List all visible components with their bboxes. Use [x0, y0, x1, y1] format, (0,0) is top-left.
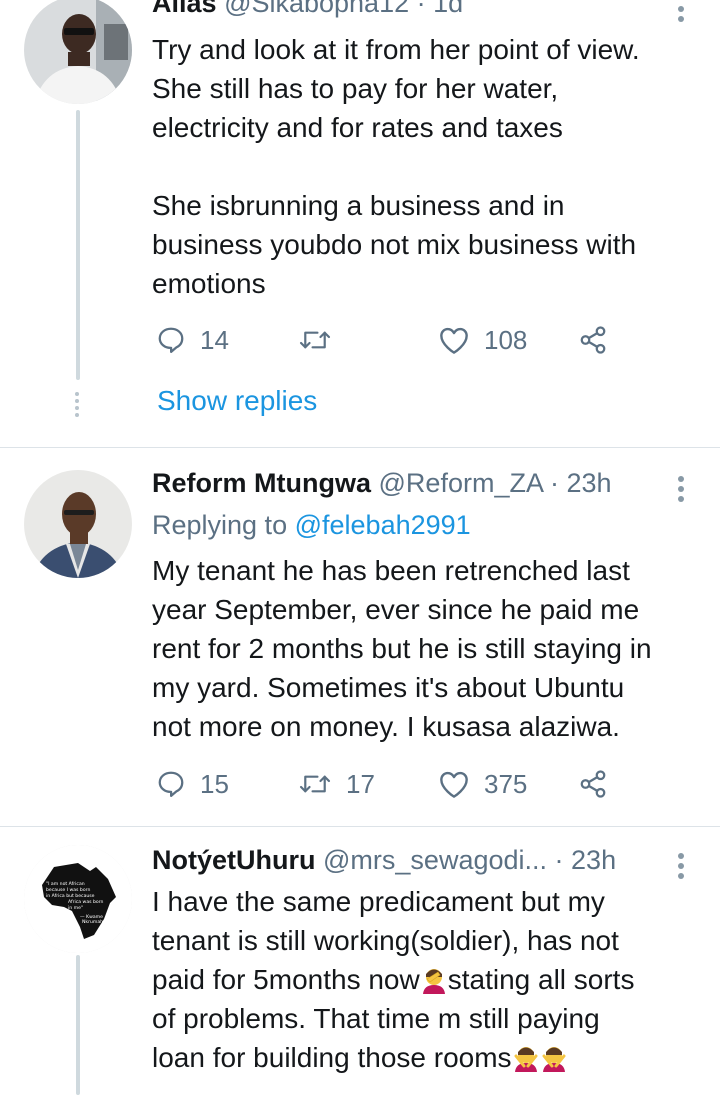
timestamp[interactable]: 23h: [571, 845, 616, 875]
avatar[interactable]: "I am not African because I was born in …: [24, 845, 132, 953]
reply-count: 15: [200, 768, 229, 799]
like-count: 375: [484, 768, 528, 799]
share-button[interactable]: [578, 764, 608, 804]
reply-icon: [158, 771, 184, 797]
thread-line: [76, 955, 80, 1095]
reply-icon: [158, 327, 184, 353]
share-button[interactable]: [578, 320, 608, 360]
thread-line: [76, 110, 80, 380]
avatar-photo: [24, 470, 132, 578]
like-icon: [440, 771, 468, 798]
thread-gap-dots: [75, 392, 79, 420]
tweet-alias[interactable]: Alias @Sikabopha12 · 1d Try and look at …: [0, 0, 720, 447]
display-name[interactable]: Alias: [152, 0, 217, 18]
share-icon: [580, 326, 606, 354]
handle[interactable]: @mrs_sewagodi...: [323, 845, 547, 875]
share-icon: [580, 770, 606, 798]
avatar[interactable]: [24, 0, 132, 104]
timestamp[interactable]: 23h: [566, 468, 611, 498]
tweet-header: Alias @Sikabopha12 · 1d: [152, 0, 463, 19]
reply-button[interactable]: 14: [156, 320, 229, 360]
show-replies-link[interactable]: Show replies: [157, 385, 317, 417]
retweet-button[interactable]: [298, 320, 346, 360]
avatar[interactable]: [24, 470, 132, 578]
facepalm-emoji-icon: [422, 969, 445, 994]
like-icon: [440, 327, 468, 354]
africa-map-quote-image: "I am not African because I was born in …: [24, 845, 132, 953]
retweet-icon: [299, 331, 331, 349]
handle[interactable]: @Reform_ZA: [379, 468, 543, 498]
more-vertical-icon[interactable]: [678, 853, 686, 883]
timestamp[interactable]: 1d: [433, 0, 463, 18]
reply-count: 14: [200, 324, 229, 355]
tweet-reform-mtungwa[interactable]: Reform Mtungwa @Reform_ZA · 23h Replying…: [0, 448, 720, 826]
more-vertical-icon[interactable]: [678, 6, 686, 26]
replying-to: Replying to @felebah2991: [152, 510, 471, 540]
like-button[interactable]: 375: [438, 764, 527, 804]
gesturing-no-emoji-icon: [542, 1047, 566, 1072]
gesturing-no-emoji-icon: [514, 1047, 538, 1072]
tweet-notyetuhuru[interactable]: "I am not African because I was born in …: [0, 827, 720, 1095]
tweet-header: Reform Mtungwa @Reform_ZA · 23h: [152, 468, 612, 498]
retweet-button[interactable]: 17: [298, 764, 375, 804]
tweet-text: I have the same predicament but my tenan…: [152, 886, 635, 1073]
like-button[interactable]: 108: [438, 320, 527, 360]
tweet-header: NotýetUhuru @mrs_sewagodi... · 23h: [152, 845, 617, 875]
reply-button[interactable]: 15: [156, 764, 229, 804]
retweet-count: 17: [346, 768, 375, 799]
tweet-text: My tenant he has been retrenched last ye…: [152, 555, 652, 742]
display-name[interactable]: Reform Mtungwa: [152, 468, 371, 498]
tweet-text: Try and look at it from her point of vie…: [152, 34, 640, 299]
replying-to-handle[interactable]: @felebah2991: [295, 510, 471, 540]
like-count: 108: [484, 324, 528, 355]
avatar-photo: [24, 0, 132, 104]
handle[interactable]: @Sikabopha12: [224, 0, 409, 18]
display-name[interactable]: NotýetUhuru: [152, 845, 316, 875]
more-vertical-icon[interactable]: [678, 476, 686, 506]
retweet-icon: [299, 775, 331, 793]
